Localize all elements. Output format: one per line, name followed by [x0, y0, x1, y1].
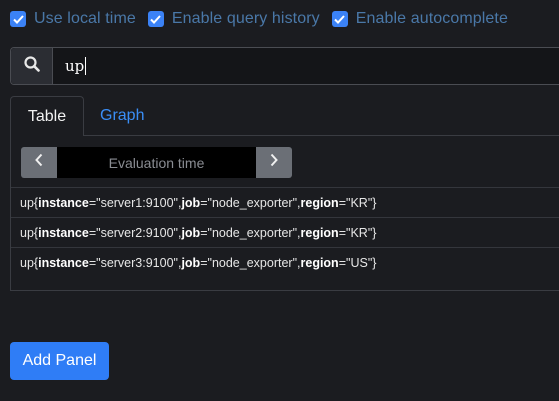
- option-use-local-time[interactable]: Use local time: [10, 10, 136, 28]
- search-icon: [23, 55, 40, 77]
- add-panel-button[interactable]: Add Panel: [10, 342, 109, 380]
- label-value: US: [350, 255, 368, 270]
- previous-time-button[interactable]: [21, 147, 57, 178]
- label-key: job: [181, 195, 201, 210]
- next-time-button[interactable]: [256, 147, 292, 178]
- query-text: up: [65, 57, 85, 75]
- label-value: server1:9100: [100, 195, 174, 210]
- label-key: instance: [38, 225, 89, 240]
- option-label: Use local time: [34, 10, 136, 27]
- query-bar: up: [10, 47, 559, 85]
- table-row: up{instance =" server1:9100 ", job =" node_ex…: [11, 187, 559, 217]
- label-value: node_exporter: [211, 225, 293, 240]
- chevron-right-icon: [269, 153, 279, 172]
- label-value: KR: [350, 195, 368, 210]
- label-key: instance: [38, 195, 89, 210]
- label-key: job: [181, 225, 201, 240]
- option-enable-autocomplete[interactable]: Enable autocomplete: [331, 10, 508, 28]
- query-input[interactable]: up: [53, 48, 559, 84]
- results-table: up{instance =" server1:9100 ", job =" node_ex…: [11, 187, 559, 277]
- label-value: node_exporter: [211, 255, 293, 270]
- chevron-left-icon: [34, 153, 44, 172]
- label-key: instance: [38, 255, 89, 270]
- label-key: region: [300, 255, 339, 270]
- label-value: KR: [350, 225, 368, 240]
- label-key: region: [300, 195, 339, 210]
- evaluation-time-picker: Evaluation time: [21, 147, 292, 178]
- checkbox-checked-icon[interactable]: [147, 11, 164, 27]
- metric-name: up: [20, 255, 34, 270]
- checkbox-checked-icon[interactable]: [331, 11, 348, 27]
- label-value: node_exporter: [211, 195, 293, 210]
- option-enable-query-history[interactable]: Enable query history: [147, 10, 320, 28]
- evaluation-time-input[interactable]: Evaluation time: [57, 147, 256, 178]
- tabs: Table Graph: [10, 96, 559, 136]
- options-row: Use local time Enable query history Enab…: [10, 8, 520, 30]
- option-label: Enable query history: [171, 10, 320, 27]
- option-label: Enable autocomplete: [355, 10, 508, 27]
- label-key: job: [181, 255, 201, 270]
- label-value: server2:9100: [100, 225, 174, 240]
- tab-graph[interactable]: Graph: [100, 96, 144, 136]
- table-panel: Evaluation time up{instance =" server1:910…: [10, 135, 559, 291]
- table-row: up{instance =" server2:9100 ", job =" node_ex…: [11, 217, 559, 247]
- table-row: up{instance =" server3:9100 ", job =" node_ex…: [11, 247, 559, 277]
- metric-name: up: [20, 225, 34, 240]
- page: Use local time Enable query history Enab…: [0, 0, 559, 401]
- label-key: region: [300, 225, 339, 240]
- tab-table[interactable]: Table: [10, 96, 84, 136]
- checkbox-checked-icon[interactable]: [10, 11, 26, 27]
- metric-name: up: [20, 195, 34, 210]
- execute-query-button[interactable]: [11, 48, 53, 84]
- label-value: server3:9100: [100, 255, 174, 270]
- text-cursor: [85, 57, 87, 75]
